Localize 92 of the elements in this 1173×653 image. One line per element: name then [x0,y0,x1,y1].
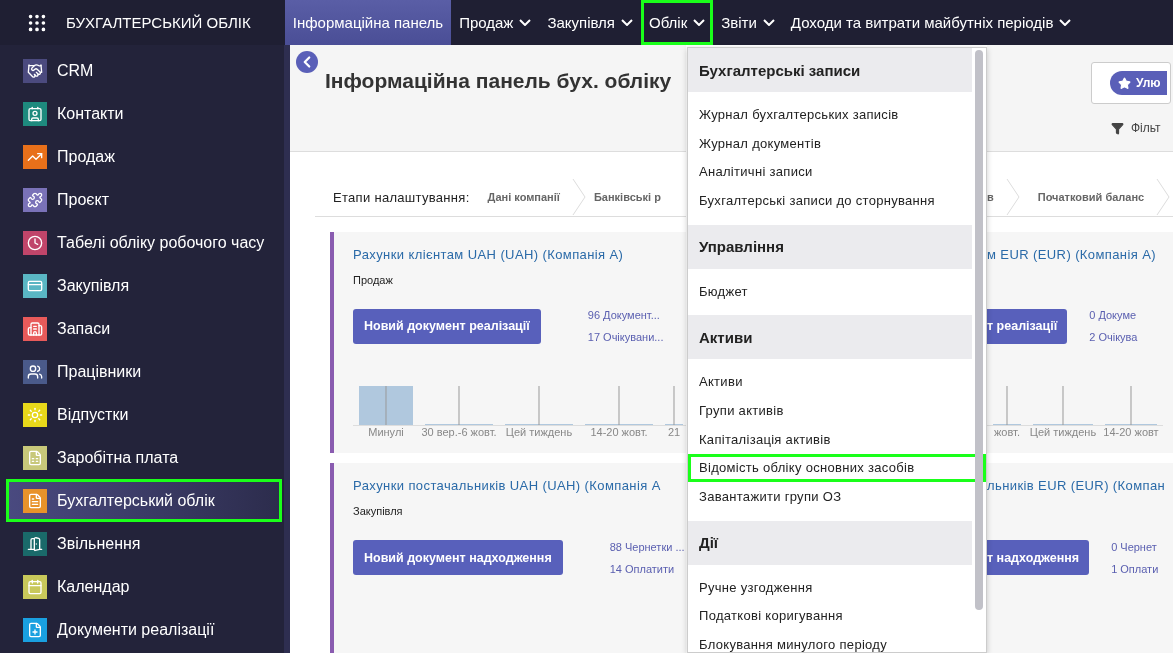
menu-item[interactable]: Журнал бухгалтерських записів [688,100,972,129]
menu-section-header: Бухгалтерські записи [688,48,972,92]
menu-item[interactable]: Бухгалтерські записи до сторнування [688,186,972,215]
sidebar-item[interactable]: Проєкт [6,178,282,221]
chart-marker-line [385,385,387,426]
chart-marker-line [673,385,675,426]
menu-section-header: Активи [688,315,972,360]
card-title[interactable]: м EUR (EUR) (Компанія А) [987,246,1173,262]
chart-axis-label: 14-20 жовт. [589,425,649,438]
nav-menu-item[interactable]: Облік [641,0,714,45]
menu-item[interactable]: Журнал документів [688,128,972,158]
menu-item[interactable]: Капіталізація активів [688,424,972,454]
menu-item[interactable]: Активи [688,367,972,397]
filter-button[interactable]: Фільт [1111,121,1173,135]
chart-axis-label: 30 вер.-6 жовт. [420,425,498,438]
chart-marker-line [1062,385,1064,426]
chart-marker-line [538,385,540,426]
menu-item[interactable]: Ручне узгодження [688,572,972,602]
chart-bar [425,423,493,426]
star-icon [1118,76,1131,90]
setup-step[interactable]: Початковий баланс [1019,191,1157,204]
page-title: Інформаційна панель бух. обліку [325,69,673,93]
chart-axis-label: жовт. [993,425,1021,438]
favorites-button[interactable]: Улю [1110,71,1167,95]
card-title[interactable]: льників EUR (EUR) (Компан [987,478,1173,494]
sidebar-item[interactable]: Звільнення [6,522,282,565]
chart-axis-label: Минулі [367,425,405,438]
menu-item[interactable]: Податкові коригування [688,601,972,631]
back-icon[interactable] [296,51,318,73]
filter-icon [1111,121,1124,135]
chart-bar [359,385,413,426]
chart-axis-label: Цей тиждень [504,425,574,438]
card-subtitle: Закупівля [353,505,404,519]
nav-menu-item[interactable]: Звіти [713,0,783,45]
document-count-link[interactable]: 96 Документ... [587,309,664,322]
menu-item[interactable]: Аналітичні записи [688,157,972,187]
setup-step[interactable]: Банківські р [585,191,673,204]
menu-item[interactable]: Бюджет [688,276,972,306]
card-subtitle: Продаж [353,273,394,287]
sidebar-item[interactable]: Заробітна плата [6,436,282,479]
chart-bar [665,423,683,426]
chart-bar [505,423,573,426]
chart-marker-line [1130,385,1132,426]
nav-menu-item[interactable]: Доходи та витрати майбутніх періодів [782,0,1080,45]
card-title[interactable]: Рахунки постачальників UAH (UAH) (Компанія А [353,478,686,494]
new-document-button[interactable]: т реалізації [987,308,1068,344]
card-title[interactable]: Рахунки клієнтам UAH (UAH) (Компанія А) [353,246,686,262]
chart-marker-line [618,385,620,426]
chart-marker-line [1006,385,1008,426]
menu-item[interactable]: Групи активів [688,396,972,425]
nav-menu-item[interactable]: Інформаційна панель [284,0,452,45]
sidebar-item[interactable]: Бухгалтерський облік [6,479,282,522]
new-document-button[interactable]: т надходження [987,540,1090,576]
app-title: БУХГАЛТЕРСЬКИЙ ОБЛІК [66,14,251,31]
sidebar-item[interactable]: Продаж [6,135,282,178]
sidebar-item[interactable]: Закупівля [6,264,282,307]
sidebar-item[interactable]: Календар [6,565,282,608]
sidebar-item[interactable]: Контакти [6,92,282,135]
sidebar-item[interactable]: Запаси [6,307,282,350]
menu-section-header: Управління [688,224,972,269]
chart-bar [585,423,653,426]
sidebar-item[interactable]: Відпустки [6,393,282,436]
sidebar-item[interactable]: Документи реалізації [6,608,282,651]
setup-label: Етапи налаштування: [333,189,470,205]
chart-bar [993,423,1021,426]
sidebar-item[interactable]: Табелі обліку робочого часу [6,221,282,264]
sidebar-item[interactable]: CRM [6,49,282,92]
nav-menu-item[interactable]: Закупівля [539,0,641,45]
document-count-link[interactable]: 2 Очікува [1089,331,1138,344]
document-count-link[interactable]: 1 Оплати [1111,562,1159,575]
document-count-link[interactable]: 0 Докуме [1089,309,1138,322]
new-document-button[interactable]: Новий документ реалізації [353,308,541,344]
setup-step[interactable]: в [987,191,1006,204]
document-count-link[interactable]: 14 Оплатити [609,562,685,575]
setup-step[interactable]: Дані компанії [487,191,572,204]
menu-section-header: Дії [688,520,972,565]
menu-item[interactable]: Блокування минулого періоду [688,630,972,653]
chart-axis-label: 14-20 жовт [1102,425,1160,438]
document-count-link[interactable]: 17 Очікувани... [587,331,664,344]
sidebar-item[interactable]: Працівники [6,350,282,393]
menu-item[interactable]: Завантажити групи ОЗ [688,482,972,511]
menu-item[interactable]: Відомість обліку основних засобів [688,453,986,483]
new-document-button[interactable]: Новий документ надходження [353,540,563,576]
nav-menu-item[interactable]: Продаж [451,0,540,45]
chart-marker-line [458,385,460,426]
chart-bar [1105,423,1157,426]
chart-axis-label: Цей тиждень [1028,425,1098,438]
scrollbar-thumb[interactable] [975,50,983,610]
chart-bar [1033,423,1093,426]
chart-axis-label: 21 [666,425,682,438]
document-count-link[interactable]: 0 Чернет [1111,540,1159,553]
document-count-link[interactable]: 88 Чернетки ... [609,540,685,553]
